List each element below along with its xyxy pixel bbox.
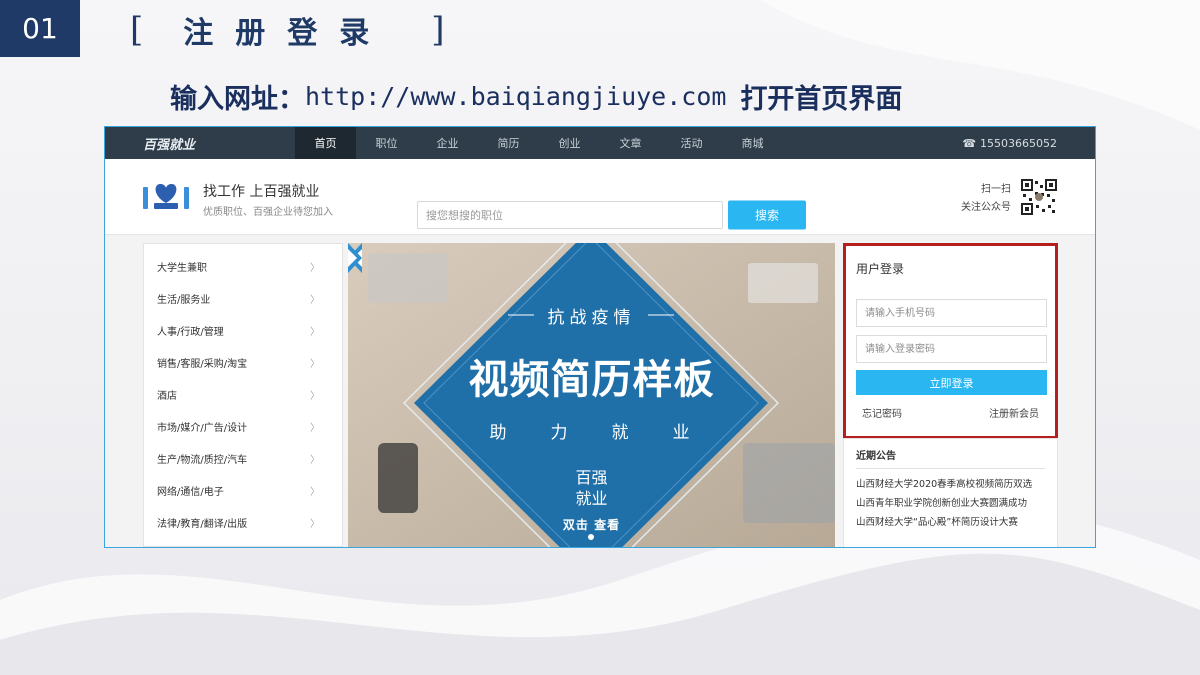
category-label: 人事/行政/管理 <box>157 326 224 338</box>
job-search-input[interactable] <box>417 201 723 229</box>
banner-brand-line2: 就业 <box>575 489 608 508</box>
chevron-right-icon: 〉 <box>310 454 320 466</box>
nav-item-articles[interactable]: 文章 <box>600 127 661 159</box>
chevron-right-icon: 〉 <box>310 518 320 530</box>
site-url: http://www.baiqiangjiuye.com <box>305 81 727 111</box>
notice-item[interactable]: 山西青年职业学院创新创业大赛圆满成功 <box>856 494 1045 513</box>
banner-brand: 百强 就业 <box>348 467 835 509</box>
notice-panel: 近期公告 山西财经大学2020春季高校视频简历双选 山西青年职业学院创新创业大赛… <box>843 438 1058 547</box>
category-item[interactable]: 法律/教育/翻译/出版 〉 <box>144 506 342 538</box>
category-item[interactable]: 人事/行政/管理 〉 <box>144 314 342 346</box>
category-label: 生活/服务业 <box>157 294 211 306</box>
instruction-prefix: 输入网址： <box>170 83 305 115</box>
slogan: 找工作 上百强就业 <box>203 184 320 200</box>
instruction-suffix: 打开首页界面 <box>740 83 903 115</box>
qr-caption-line1: 扫一扫 <box>981 184 1011 195</box>
notice-list: 山西财经大学2020春季高校视频简历双选 山西青年职业学院创新创业大赛圆满成功 … <box>856 475 1045 532</box>
category-item[interactable]: 生活/服务业 〉 <box>144 282 342 314</box>
notice-item[interactable]: 山西财经大学2020春季高校视频简历双选 <box>856 475 1045 494</box>
chevron-right-icon: 〉 <box>310 294 320 306</box>
banner-cta[interactable]: 双击 查看 <box>348 516 835 533</box>
chevron-right-icon: 〉 <box>310 262 320 274</box>
category-label: 酒店 <box>157 390 177 402</box>
login-links: 忘记密码 注册新会员 <box>856 405 1045 420</box>
category-label: 法律/教育/翻译/出版 <box>157 518 248 530</box>
qr-caption: 扫一扫 关注公众号 <box>961 181 1011 217</box>
nav-menu: 首页 职位 企业 简历 创业 文章 活动 商城 <box>295 127 783 159</box>
category-label: 市场/媒介/广告/设计 <box>157 422 248 434</box>
job-category-list: 大学生兼职〉 生活/服务业〉 人事/行政/管理〉 销售/客服/采购/淘宝〉 酒店… <box>143 243 343 547</box>
category-item[interactable]: 大学生兼职 〉 <box>144 250 342 282</box>
register-link[interactable]: 注册新会员 <box>989 405 1039 420</box>
site-brand[interactable]: 百强就业 <box>105 134 295 153</box>
chevron-right-icon: 〉 <box>310 326 320 338</box>
banner-kicker: 抗战疫情 <box>547 308 636 328</box>
category-item[interactable]: 市场/媒介/广告/设计 〉 <box>144 410 342 442</box>
qr-code-icon <box>1021 179 1057 215</box>
nav-item-resume[interactable]: 简历 <box>478 127 539 159</box>
category-item[interactable]: 生产/物流/质控/汽车 〉 <box>144 442 342 474</box>
login-button[interactable]: 立即登录 <box>856 370 1047 395</box>
chevron-right-icon: 〉 <box>310 358 320 370</box>
title-text: 注册登录 <box>183 16 392 51</box>
category-label: 生产/物流/质控/汽车 <box>157 454 248 466</box>
category-item[interactable]: 网络/通信/电子 〉 <box>144 474 342 506</box>
step-number-badge: 01 <box>0 0 80 57</box>
login-panel: 用户登录 立即登录 忘记密码 注册新会员 <box>843 243 1058 439</box>
nav-item-events[interactable]: 活动 <box>661 127 722 159</box>
heart-logo-icon[interactable] <box>142 179 190 211</box>
hotline: ☎ 15503665052 <box>962 127 1057 159</box>
nav-item-mall[interactable]: 商城 <box>722 127 783 159</box>
category-label: 销售/客服/采购/淘宝 <box>157 358 248 370</box>
nav-item-home[interactable]: 首页 <box>295 127 356 159</box>
phone-icon: ☎ <box>962 136 977 150</box>
nav-item-companies[interactable]: 企业 <box>417 127 478 159</box>
hero-banner[interactable]: 抗战疫情 视频简历样板 助力就业 百强 就业 双击 查看 <box>348 243 835 547</box>
title-bracket-left: [ <box>130 10 144 50</box>
top-navigation: 百强就业 首页 职位 企业 简历 创业 文章 活动 商城 ☎ 155036650… <box>105 127 1095 159</box>
carousel-dot[interactable] <box>588 534 594 540</box>
category-item[interactable]: 销售/客服/采购/淘宝 〉 <box>144 346 342 378</box>
chevron-right-icon: 〉 <box>310 486 320 498</box>
website-screenshot: 百强就业 首页 职位 企业 简历 创业 文章 活动 商城 ☎ 155036650… <box>104 126 1096 548</box>
banner-brand-line1: 百强 <box>575 468 608 487</box>
nav-item-jobs[interactable]: 职位 <box>356 127 417 159</box>
phone-number: 15503665052 <box>980 136 1057 150</box>
slogan-subtext: 优质职位、百强企业待您加入 <box>203 207 333 218</box>
chevron-right-icon: 〉 <box>310 390 320 402</box>
qr-caption-line2: 关注公众号 <box>961 202 1011 213</box>
category-label: 网络/通信/电子 <box>157 486 224 498</box>
title-bracket-right: ] <box>431 10 445 50</box>
carousel-next-icon[interactable] <box>348 243 362 273</box>
notice-item[interactable]: 山西财经大学“品心殿”杯简历设计大赛 <box>856 513 1045 532</box>
chevron-right-icon: 〉 <box>310 422 320 434</box>
banner-title: 视频简历样板 <box>468 357 715 403</box>
login-title: 用户登录 <box>856 262 905 276</box>
forgot-password-link[interactable]: 忘记密码 <box>862 405 902 420</box>
notice-title: 近期公告 <box>856 447 1045 469</box>
category-label: 大学生兼职 <box>157 262 207 274</box>
main-content: 大学生兼职〉 生活/服务业〉 人事/行政/管理〉 销售/客服/采购/淘宝〉 酒店… <box>105 235 1095 547</box>
banner-subtitle: 助力就业 <box>489 423 734 443</box>
phone-input[interactable] <box>856 299 1047 327</box>
instruction-line: 输入网址： http://www.baiqiangjiuye.com 打开首页界… <box>170 76 902 116</box>
slide-title: [ 注册登录 ] <box>130 6 445 54</box>
category-item[interactable]: 酒店 〉 <box>144 378 342 410</box>
password-input[interactable] <box>856 335 1047 363</box>
site-header: 找工作 上百强就业 优质职位、百强企业待您加入 搜索 扫一扫 关注公众号 <box>105 159 1095 235</box>
nav-item-startup[interactable]: 创业 <box>539 127 600 159</box>
search-button[interactable]: 搜索 <box>728 200 806 230</box>
